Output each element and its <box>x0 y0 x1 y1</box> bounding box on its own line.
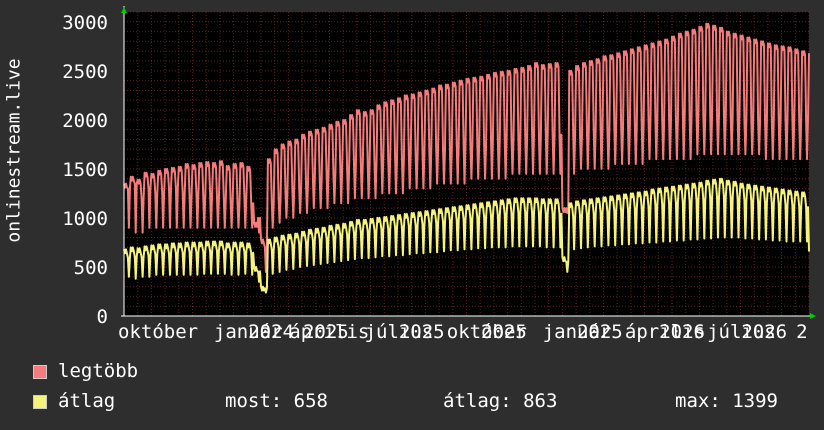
y-tick-label: 2000 <box>62 110 108 132</box>
chart-area: onlinestream.live 0 500 1000 1500 2000 2500 30… <box>0 0 824 350</box>
legend-label-atlag: átlag <box>58 390 116 412</box>
x-axis-arrow-icon <box>810 313 816 319</box>
legend-swatch-atlag <box>33 395 47 409</box>
y-tick-label: 1500 <box>62 159 108 181</box>
x-tick-label: 2 <box>796 321 807 343</box>
y-tick-label: 1000 <box>62 208 108 230</box>
legend-swatch-legtobb <box>33 365 47 379</box>
stat-max: max: 1399 <box>675 390 778 412</box>
legend-label-legtobb: legtöbb <box>58 360 139 382</box>
line-chart: 050010001500200025003000október január202… <box>62 6 816 343</box>
y-tick-label: 0 <box>97 306 108 328</box>
x-tick-label: 2024 <box>248 321 294 343</box>
y-axis-arrow-icon <box>121 7 127 13</box>
x-tick-label: 2026 <box>741 321 787 343</box>
x-tick-label: 2025 <box>577 321 623 343</box>
y-tick-label: 2500 <box>62 61 108 83</box>
legend: legtöbb átlag most: 658 átlag: 863 max: … <box>30 360 820 420</box>
x-tick-label: 2026 <box>659 321 705 343</box>
x-tick-label: október <box>118 321 198 343</box>
x-tick-label: 2025 <box>399 321 445 343</box>
x-tick-label: 2025 <box>303 321 349 343</box>
stat-most: most: 658 <box>225 390 328 412</box>
x-tick-label: 2025 <box>481 321 527 343</box>
legend-item-legtobb: legtöbb <box>30 360 820 388</box>
y-tick-label: 3000 <box>62 12 108 34</box>
stat-atlag: átlag: 863 <box>443 390 558 412</box>
legend-item-atlag: átlag most: 658 átlag: 863 max: 1399 <box>30 390 820 418</box>
y-tick-label: 500 <box>74 257 108 279</box>
